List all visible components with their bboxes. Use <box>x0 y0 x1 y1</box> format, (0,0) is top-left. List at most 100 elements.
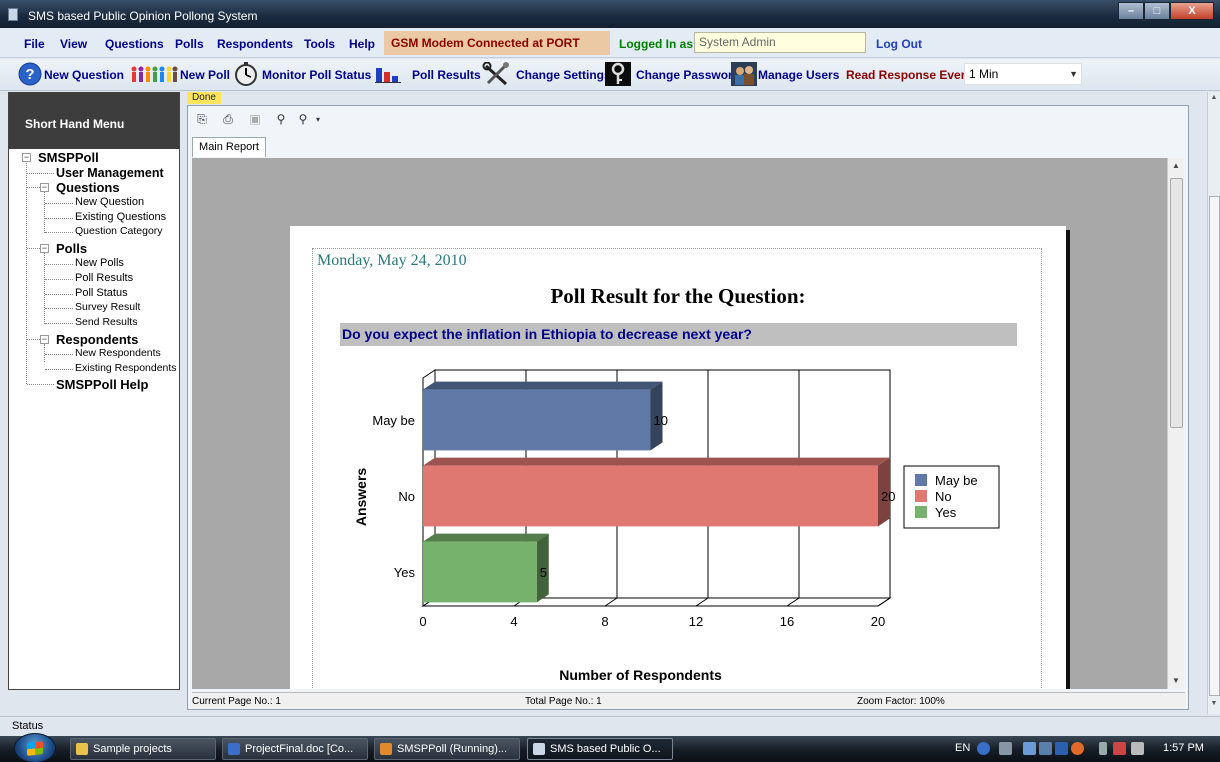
menu-bar: File View Questions Polls Respondents To… <box>0 28 1220 58</box>
scroll-down-icon[interactable]: ▼ <box>1208 700 1220 712</box>
people-poll-icon[interactable] <box>130 62 178 86</box>
report-status-strip: Current Page No.: 1 Total Page No.: 1 Zo… <box>192 692 1185 709</box>
taskbar-item[interactable]: SMSPPoll (Running)... <box>374 738 520 760</box>
tab-main-report[interactable]: Main Report <box>192 137 266 157</box>
scroll-down-icon[interactable]: ▼ <box>1168 673 1184 689</box>
scroll-up-icon[interactable]: ▲ <box>1168 158 1184 174</box>
monitor-poll-status-button[interactable]: Monitor Poll Status <box>262 68 371 82</box>
maximize-button[interactable]: □ <box>1144 2 1170 20</box>
x-axis-title: Number of Respondents <box>559 667 722 683</box>
key-icon[interactable] <box>605 62 631 86</box>
report-canvas: Monday, May 24, 2010 Poll Result for the… <box>192 158 1167 689</box>
network-icon[interactable] <box>1023 742 1036 755</box>
scroll-thumb[interactable] <box>1170 178 1183 428</box>
manage-users-button[interactable]: Manage Users <box>758 68 839 82</box>
menu-respondents[interactable]: Respondents <box>217 37 293 51</box>
read-response-value: 1 Min <box>969 67 999 81</box>
window-vertical-scrollbar[interactable]: ▲ ▼ <box>1207 92 1220 714</box>
stopwatch-icon[interactable] <box>233 62 259 86</box>
collapse-icon[interactable]: − <box>40 183 49 192</box>
app-icon <box>8 8 18 21</box>
tree-item-respondents[interactable]: Respondents <box>56 332 138 347</box>
short-hand-menu-header: Short Hand Menu <box>9 93 179 149</box>
menu-help[interactable]: Help <box>349 37 375 51</box>
taskbar-item-active[interactable]: SMS based Public O... <box>527 738 673 760</box>
scroll-thumb[interactable] <box>1209 196 1220 696</box>
tools-settings-icon[interactable] <box>482 62 512 86</box>
tree-item-poll-status[interactable]: Poll Status <box>75 287 128 299</box>
legend-label: May be <box>935 473 978 488</box>
tree-item-polls[interactable]: Polls <box>56 241 87 256</box>
zoom-icon[interactable]: ⚲ <box>296 113 310 126</box>
collapse-icon[interactable]: − <box>40 244 49 253</box>
zoom-dropdown-icon[interactable]: ▾ <box>311 113 325 126</box>
security-icon[interactable] <box>1071 742 1084 755</box>
menu-polls[interactable]: Polls <box>175 37 204 51</box>
battery-icon[interactable] <box>1099 742 1107 755</box>
language-indicator[interactable]: EN <box>955 742 970 754</box>
read-response-select[interactable]: 1 Min ▼ <box>964 63 1082 85</box>
change-password-button[interactable]: Change Password <box>636 68 740 82</box>
export-icon[interactable]: ⎘ <box>195 113 209 126</box>
legend-label: Yes <box>935 505 957 520</box>
title-bar[interactable]: SMS based Public Opinion Pollong System … <box>0 0 1220 28</box>
taskbar: Sample projects ProjectFinal.doc [Co... … <box>0 733 1220 762</box>
clock[interactable]: 1:57 PM <box>1163 742 1204 754</box>
help-question-icon[interactable]: ? <box>18 62 42 86</box>
menu-view[interactable]: View <box>60 37 87 51</box>
legend-swatch <box>915 506 927 518</box>
chevron-down-icon[interactable]: ▼ <box>1069 64 1078 84</box>
tree-item-existing-questions[interactable]: Existing Questions <box>75 211 166 223</box>
tray-expand-icon[interactable] <box>999 742 1012 755</box>
tree-item-questions[interactable]: Questions <box>56 180 120 195</box>
poll-results-button[interactable]: Poll Results <box>412 68 481 82</box>
tree-item-send-results[interactable]: Send Results <box>75 316 137 328</box>
x-tick-label: 16 <box>780 614 794 629</box>
tree-item-new-polls[interactable]: New Polls <box>75 257 124 269</box>
close-button[interactable]: X <box>1170 2 1214 20</box>
collapse-icon[interactable]: − <box>22 153 31 162</box>
menu-questions[interactable]: Questions <box>105 37 164 51</box>
collapse-icon[interactable]: − <box>40 335 49 344</box>
svg-text:?: ? <box>25 66 34 83</box>
print-icon[interactable]: ⎙ <box>221 113 235 126</box>
minimize-button[interactable]: – <box>1118 2 1144 20</box>
close-report-icon[interactable]: ▣ <box>248 113 262 126</box>
report-vertical-scrollbar[interactable]: ▲ ▼ <box>1167 158 1184 689</box>
change-settings-button[interactable]: Change Settings <box>516 68 611 82</box>
tree-item-existing-respondents[interactable]: Existing Respondents <box>75 362 177 374</box>
device-icon[interactable] <box>1039 742 1052 755</box>
start-button[interactable] <box>14 733 56 762</box>
taskbar-item[interactable]: ProjectFinal.doc [Co... <box>222 738 368 760</box>
bar <box>423 389 651 451</box>
tree-item-new-respondents[interactable]: New Respondents <box>75 347 161 359</box>
tree-item-user-management[interactable]: User Management <box>56 166 164 180</box>
window-title: SMS based Public Opinion Pollong System <box>28 9 258 23</box>
word-tray-icon[interactable] <box>1055 742 1068 755</box>
help-icon[interactable] <box>977 742 990 755</box>
tree-item-question-category[interactable]: Question Category <box>75 225 163 237</box>
logged-in-label: Logged In as <box>619 37 694 51</box>
bar-chart-icon[interactable] <box>374 62 402 86</box>
y-category-label: Yes <box>394 565 416 580</box>
tree-root-smsppoll[interactable]: SMSPPoll <box>38 150 99 165</box>
menu-file[interactable]: File <box>24 37 45 51</box>
scroll-up-icon[interactable]: ▲ <box>1208 94 1220 106</box>
taskbar-item[interactable]: Sample projects <box>70 738 216 760</box>
new-question-button[interactable]: New Question <box>44 68 124 82</box>
volume-icon[interactable] <box>1131 742 1144 755</box>
logout-link[interactable]: Log Out <box>876 37 922 51</box>
zoom-factor-label: Zoom Factor: 100% <box>857 696 945 707</box>
app-icon <box>533 743 545 755</box>
x-tick-label: 12 <box>689 614 703 629</box>
menu-tools[interactable]: Tools <box>304 37 335 51</box>
tree-item-new-question[interactable]: New Question <box>75 196 144 208</box>
tree-item-poll-results[interactable]: Poll Results <box>75 272 133 284</box>
tree-item-help[interactable]: SMSPPoll Help <box>56 377 148 392</box>
find-icon[interactable]: ⚲ <box>274 113 288 126</box>
x-tick-label: 20 <box>871 614 885 629</box>
tree-item-survey-result[interactable]: Survey Result <box>75 301 140 313</box>
network-warning-icon[interactable] <box>1113 742 1126 755</box>
new-poll-button[interactable]: New Poll <box>180 68 230 82</box>
users-icon[interactable] <box>731 62 757 86</box>
